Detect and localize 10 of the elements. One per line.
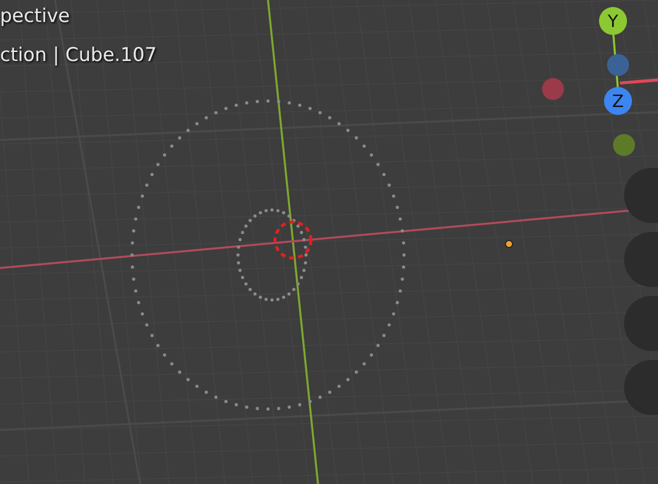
object-name-label: ction | Cube.107 — [0, 43, 157, 68]
negative-z-axis-button[interactable] — [607, 54, 629, 76]
negative-y-axis-button[interactable] — [613, 134, 635, 156]
axis-button[interactable]: Y — [599, 7, 627, 35]
axis-button[interactable]: Z — [604, 87, 632, 115]
origin-dot-icon — [505, 240, 513, 248]
gizmo-x-line — [620, 78, 658, 84]
negative-x-axis-button[interactable] — [542, 78, 564, 100]
view-name-label: pective — [0, 4, 71, 29]
3d-cursor-icon — [274, 220, 312, 260]
